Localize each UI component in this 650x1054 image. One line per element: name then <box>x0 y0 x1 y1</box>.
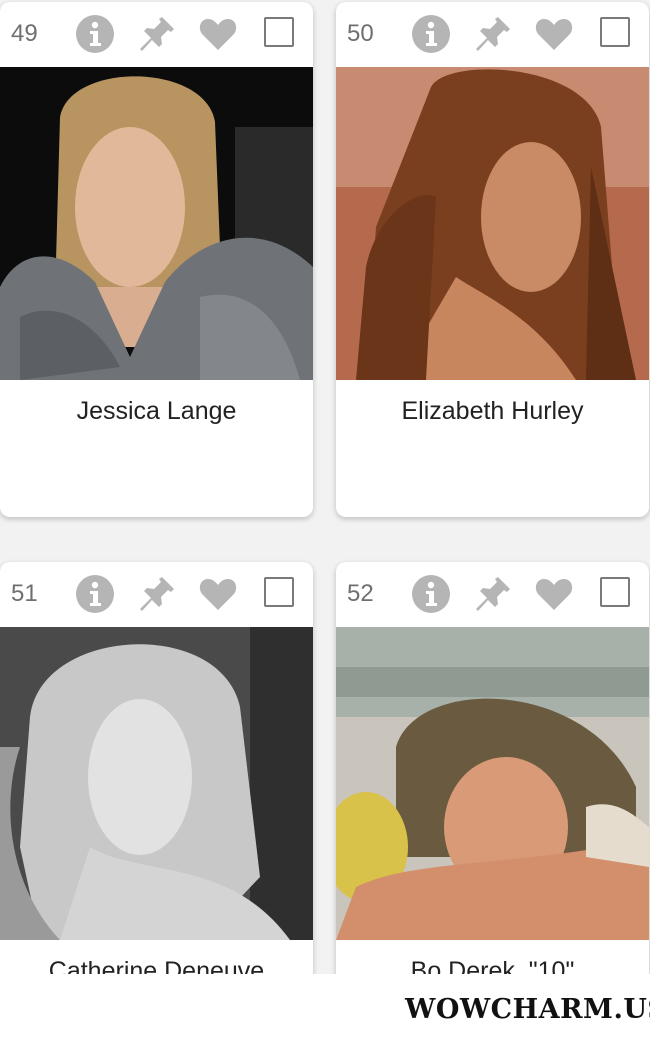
gallery-grid: 49 Jessica Lange 50 Elizabeth Hurley 51 … <box>0 0 650 974</box>
heart-icon[interactable] <box>532 572 576 616</box>
celebrity-photo[interactable] <box>336 67 649 380</box>
celebrity-name: Bo Derek, "10" <box>410 957 575 974</box>
celebrity-name: Catherine Deneuve <box>48 957 265 974</box>
info-icon[interactable] <box>409 572 453 616</box>
select-checkbox[interactable] <box>600 577 630 607</box>
info-icon[interactable] <box>409 12 453 56</box>
celebrity-card[interactable]: 49 Jessica Lange <box>0 2 313 517</box>
pin-icon[interactable] <box>135 12 179 56</box>
pin-icon[interactable] <box>135 572 179 616</box>
card-toolbar: 51 <box>0 562 313 624</box>
info-icon[interactable] <box>73 12 117 56</box>
celebrity-card[interactable]: 50 Elizabeth Hurley <box>336 2 649 517</box>
heart-icon[interactable] <box>532 12 576 56</box>
card-toolbar: 52 <box>336 562 649 624</box>
card-number: 49 <box>11 20 38 47</box>
card-toolbar: 49 <box>0 2 313 64</box>
select-checkbox[interactable] <box>600 17 630 47</box>
card-number: 50 <box>347 20 374 47</box>
celebrity-photo[interactable] <box>0 627 313 940</box>
watermark-logo: WOWCHARM.US <box>405 994 650 1025</box>
heart-icon[interactable] <box>196 12 240 56</box>
pin-icon[interactable] <box>471 572 515 616</box>
select-checkbox[interactable] <box>264 17 294 47</box>
celebrity-name: Elizabeth Hurley <box>401 397 584 425</box>
pin-icon[interactable] <box>471 12 515 56</box>
card-number: 51 <box>11 580 38 607</box>
celebrity-card[interactable]: 51 Catherine Deneuve <box>0 562 313 974</box>
heart-icon[interactable] <box>196 572 240 616</box>
card-number: 52 <box>347 580 374 607</box>
info-icon[interactable] <box>73 572 117 616</box>
card-toolbar: 50 <box>336 2 649 64</box>
celebrity-card[interactable]: 52 Bo Derek, "10" <box>336 562 649 974</box>
celebrity-photo[interactable] <box>0 67 313 380</box>
select-checkbox[interactable] <box>264 577 294 607</box>
celebrity-photo[interactable] <box>336 627 649 940</box>
celebrity-name: Jessica Lange <box>76 397 237 425</box>
